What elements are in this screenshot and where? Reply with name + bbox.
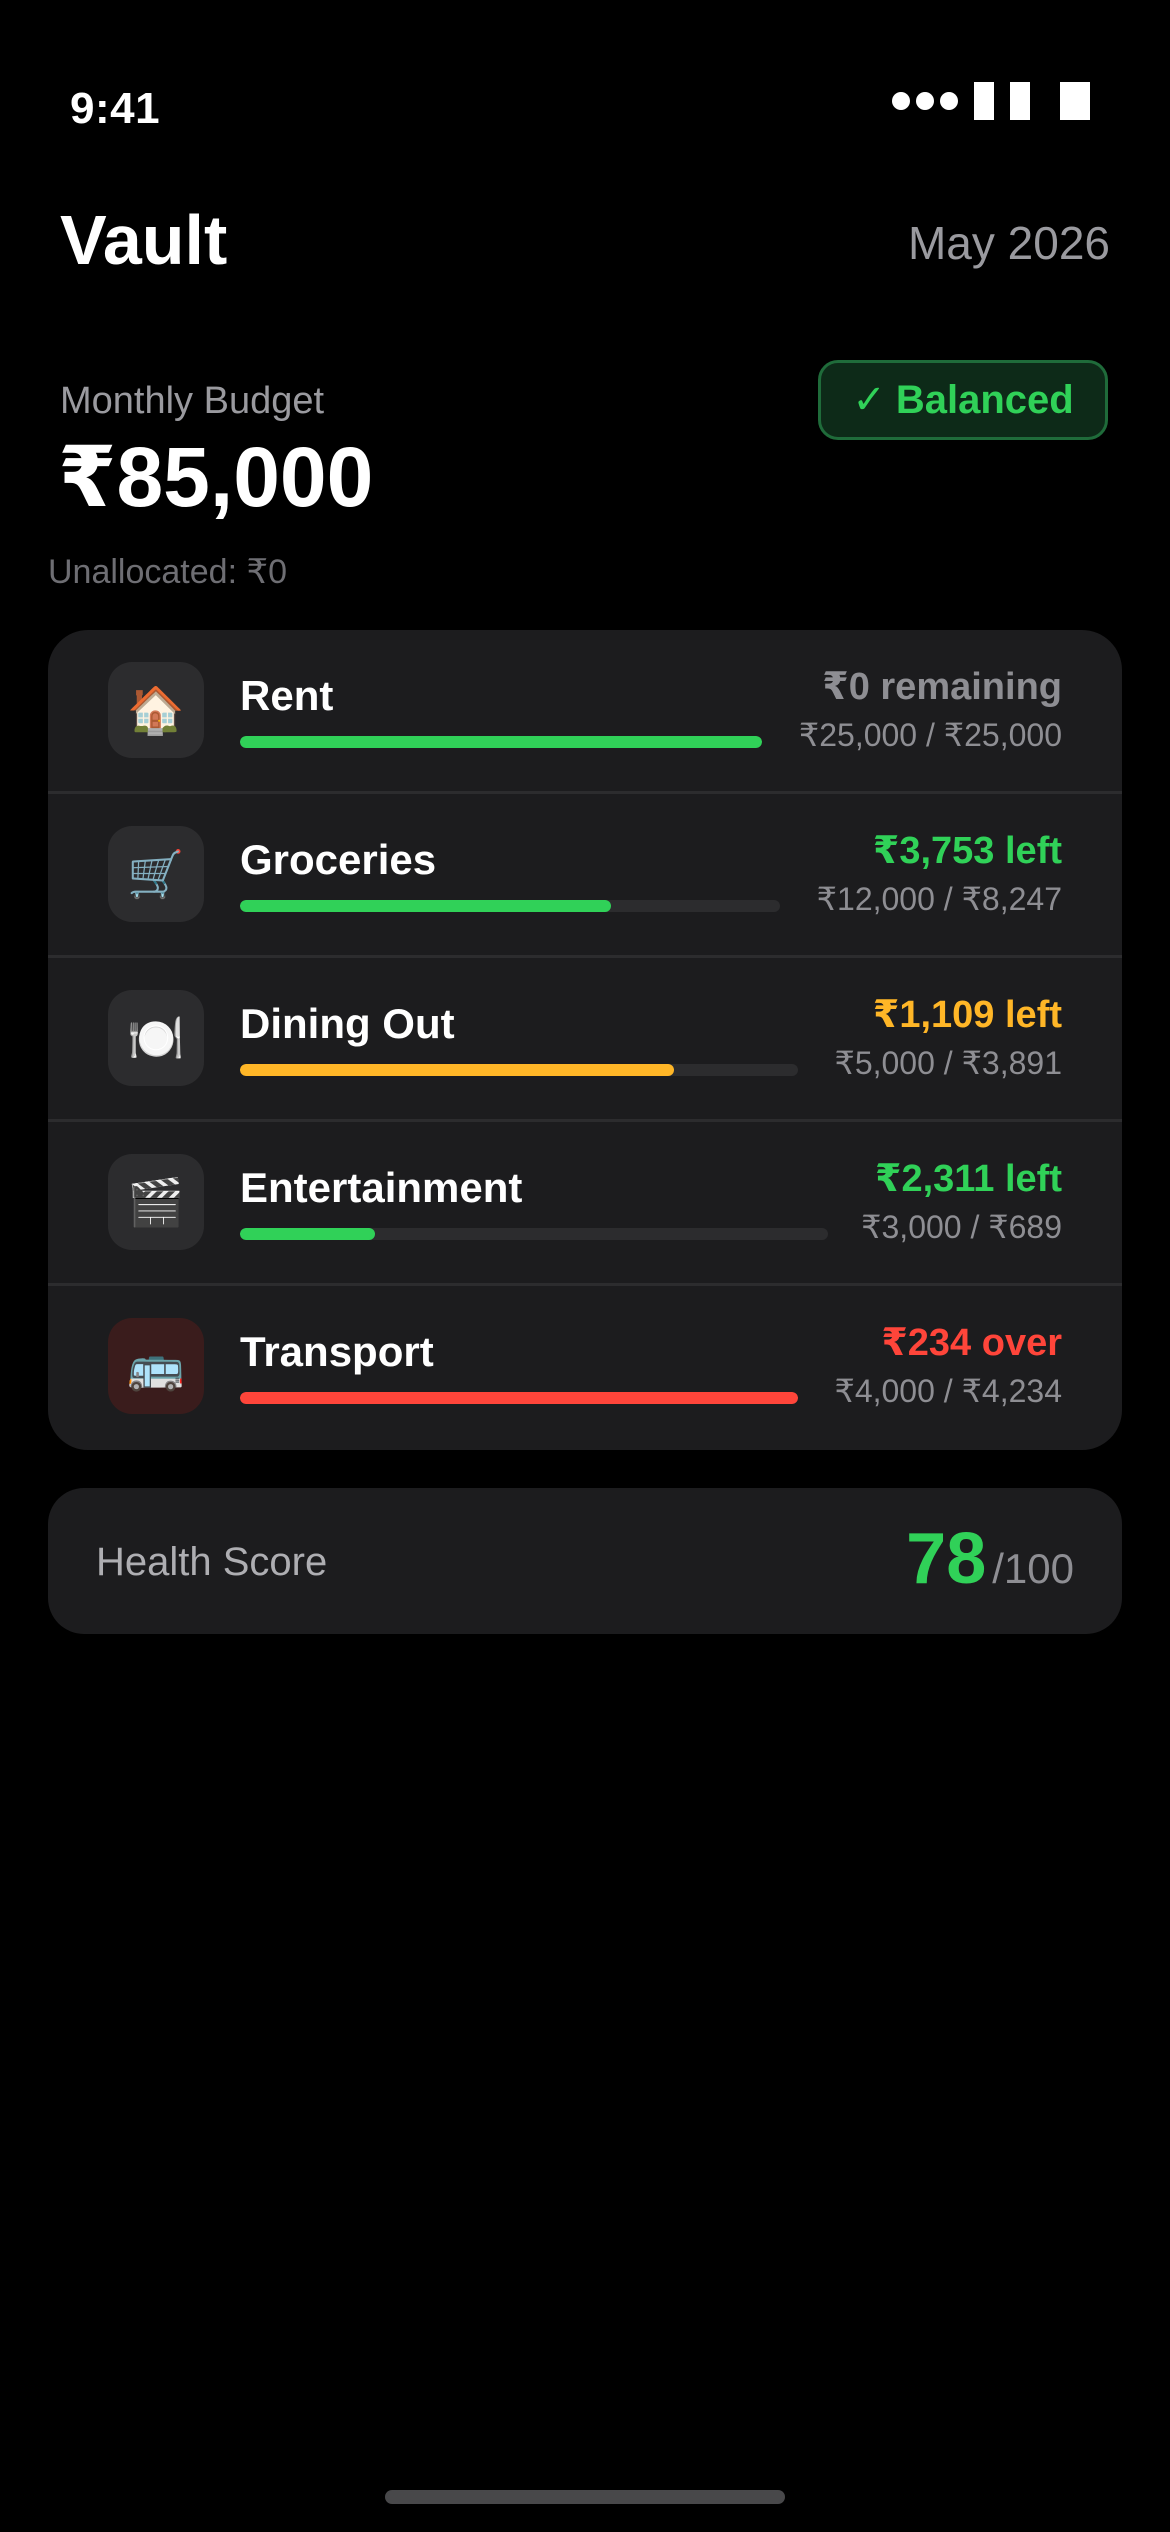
category-row-rent[interactable]: 🏠 Rent ₹0 remaining ₹25,000 / ₹25,000 (48, 630, 1122, 794)
category-status: ₹1,109 left (872, 994, 1062, 1036)
category-list: 🏠 Rent ₹0 remaining ₹25,000 / ₹25,000 🛒 … (48, 630, 1122, 1450)
progress-fill (240, 736, 762, 748)
clapperboard-icon: 🎬 (108, 1154, 204, 1250)
category-name: Transport (240, 1328, 434, 1375)
status-bar: 9:41 (0, 0, 1170, 160)
category-name: Dining Out (240, 1000, 455, 1047)
status-time: 9:41 (70, 84, 161, 133)
progress-bar (240, 1392, 798, 1404)
category-detail: ₹25,000 / ₹25,000 (798, 717, 1062, 753)
category-row-entertainment[interactable]: 🎬 Entertainment ₹2,311 left ₹3,000 / ₹68… (48, 1122, 1122, 1286)
health-score-label: Health Score (96, 1540, 328, 1584)
progress-fill (240, 1228, 376, 1240)
category-status: ₹2,311 left (875, 1158, 1062, 1200)
checkmark-icon: ✓ (852, 378, 886, 422)
health-score-value: 78 (906, 1519, 987, 1599)
plate-cutlery-icon: 🍽️ (108, 990, 204, 1086)
category-status: ₹234 over (881, 1322, 1062, 1364)
category-detail: ₹5,000 / ₹3,891 (834, 1045, 1062, 1081)
category-name: Entertainment (240, 1164, 523, 1211)
health-score-max: /100 (992, 1545, 1074, 1592)
period-selector[interactable]: May 2026 (908, 216, 1110, 270)
status-icons (892, 82, 1090, 120)
category-detail: ₹12,000 / ₹8,247 (816, 881, 1062, 917)
health-score: 78 /100 (906, 1518, 1074, 1600)
progress-bar (240, 736, 762, 748)
category-name: Rent (240, 672, 334, 719)
progress-bar (240, 1064, 798, 1076)
battery-icon (1060, 82, 1090, 120)
app-title: Vault (60, 201, 228, 279)
category-row-dining-out[interactable]: 🍽️ Dining Out ₹1,109 left ₹5,000 / ₹3,89… (48, 958, 1122, 1122)
bus-icon: 🚌 (108, 1318, 204, 1414)
category-row-transport[interactable]: 🚌 Transport ₹234 over ₹4,000 / ₹4,234 (48, 1286, 1122, 1450)
category-name: Groceries (240, 836, 437, 883)
balanced-status-badge: ✓ Balanced (818, 360, 1108, 440)
progress-fill (240, 1064, 675, 1076)
progress-bar (240, 1228, 828, 1240)
badge-label: Balanced (895, 377, 1074, 422)
progress-bar (240, 900, 780, 912)
unallocated-amount: Unallocated: ₹0 (48, 553, 287, 591)
category-detail: ₹4,000 / ₹4,234 (834, 1373, 1062, 1409)
health-score-card[interactable]: Health Score 78 /100 (48, 1488, 1122, 1634)
budget-label: Monthly Budget (60, 380, 325, 422)
category-detail: ₹3,000 / ₹689 (861, 1209, 1062, 1245)
signal-bar-icon (1010, 82, 1030, 120)
category-status: ₹3,753 left (872, 830, 1062, 872)
cellular-signal-icon (892, 92, 958, 110)
category-row-groceries[interactable]: 🛒 Groceries ₹3,753 left ₹12,000 / ₹8,247 (48, 794, 1122, 958)
wifi-icon (974, 82, 994, 120)
progress-fill (240, 1392, 798, 1404)
home-indicator[interactable] (385, 2490, 785, 2504)
house-icon: 🏠 (108, 662, 204, 758)
category-status: ₹0 remaining (822, 666, 1062, 708)
budget-amount: ₹85,000 (58, 430, 374, 524)
shopping-cart-icon: 🛒 (108, 826, 204, 922)
progress-fill (240, 900, 611, 912)
